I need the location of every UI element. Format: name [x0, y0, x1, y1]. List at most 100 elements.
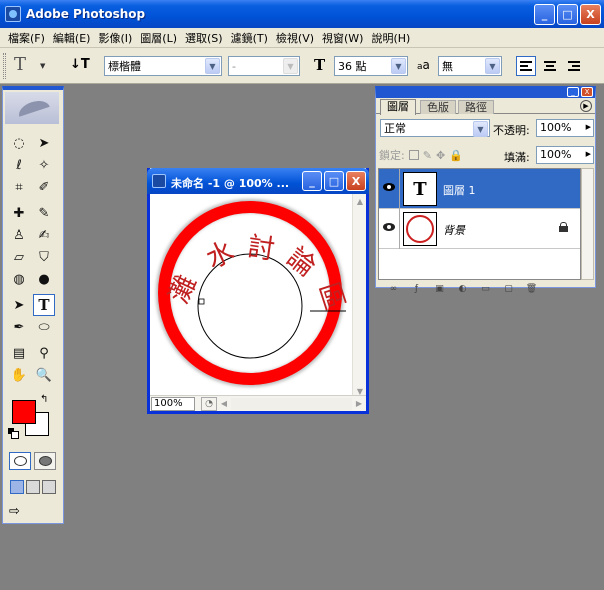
panel-minimize-button[interactable]: _: [567, 87, 579, 97]
horizontal-scrollbar[interactable]: [231, 397, 352, 410]
panel-menu-icon[interactable]: ▶: [580, 100, 592, 112]
scroll-up-icon[interactable]: ▲: [353, 194, 367, 208]
chevron-down-icon: ▼: [473, 121, 488, 137]
new-group-icon[interactable]: ▭: [478, 283, 493, 295]
full-screen-menu-mode-button[interactable]: [26, 480, 40, 494]
crop-tool-icon[interactable]: ⌗: [8, 176, 30, 198]
fill-field[interactable]: 100% ▶: [536, 146, 594, 164]
tab-channels[interactable]: 色版: [420, 100, 456, 114]
document-title-bar[interactable]: 未命名 -1 @ 100% ... _ □ X: [147, 168, 369, 194]
layer-row[interactable]: T 圖層 1: [379, 169, 580, 209]
tab-layers[interactable]: 圖層: [380, 99, 416, 115]
options-bar-grip[interactable]: [3, 53, 6, 79]
app-title: Adobe Photoshop: [26, 7, 146, 21]
move-tool-icon[interactable]: ➤: [33, 132, 55, 154]
brush-tool-icon[interactable]: ✎: [33, 202, 55, 224]
fill-label: 填滿:: [504, 151, 530, 164]
menu-file[interactable]: 檔案(F): [4, 30, 49, 46]
font-family-select[interactable]: 標楷體 ▼: [104, 56, 222, 76]
menu-window[interactable]: 視窗(W): [318, 30, 367, 46]
close-button[interactable]: X: [580, 4, 601, 25]
tool-preset-picker[interactable]: T ▼: [14, 54, 50, 78]
adjustment-layer-icon[interactable]: ◐: [455, 283, 470, 295]
foreground-color-swatch[interactable]: [12, 400, 36, 424]
blend-mode-select[interactable]: 正常 ▼: [380, 119, 490, 137]
menu-filter[interactable]: 濾鏡(T): [227, 30, 272, 46]
anti-alias-icon: aa: [417, 58, 430, 72]
text-orientation-icon[interactable]: ↓T: [70, 57, 90, 72]
chevron-down-icon: ▼: [283, 58, 298, 74]
doc-close-button[interactable]: X: [346, 171, 366, 191]
anti-alias-select[interactable]: 無 ▼: [438, 56, 502, 76]
history-brush-tool-icon[interactable]: ✍: [33, 224, 55, 246]
blur-tool-icon[interactable]: ◍: [8, 268, 30, 290]
ellipse-tool-icon[interactable]: ⬭: [33, 316, 55, 338]
menu-help[interactable]: 說明(H): [367, 30, 414, 46]
eye-icon[interactable]: [383, 183, 395, 191]
chevron-down-icon: ▼: [40, 62, 46, 70]
paint-bucket-tool-icon[interactable]: ⛉: [33, 246, 55, 268]
align-right-button[interactable]: [564, 56, 584, 76]
swap-colors-icon[interactable]: ↰: [40, 394, 48, 405]
layer-style-icon[interactable]: ƒ: [409, 283, 424, 295]
doc-minimize-button[interactable]: _: [302, 171, 322, 191]
layer-mask-icon[interactable]: ▣: [432, 283, 447, 295]
menu-select[interactable]: 選取(S): [181, 30, 227, 46]
pen-tool-icon[interactable]: ✒: [8, 316, 30, 338]
document-canvas[interactable]: 灘 水 討 論 區: [150, 194, 352, 396]
hand-tool-icon[interactable]: ✋: [8, 364, 30, 386]
tab-paths[interactable]: 路徑: [458, 100, 494, 114]
lock-all-icon[interactable]: 🔒: [449, 149, 463, 162]
minimize-button[interactable]: _: [534, 4, 555, 25]
marquee-tool-icon[interactable]: ◌: [8, 132, 30, 154]
scroll-left-icon[interactable]: ◀: [217, 399, 231, 408]
panel-close-button[interactable]: X: [581, 87, 593, 97]
eraser-tool-icon[interactable]: ▱: [8, 246, 30, 268]
healing-brush-tool-icon[interactable]: ✚: [8, 202, 30, 224]
new-layer-icon[interactable]: ▢: [501, 283, 516, 295]
path-selection-tool-icon[interactable]: ➤: [8, 294, 30, 316]
doc-maximize-button[interactable]: □: [324, 171, 344, 191]
status-menu-icon[interactable]: ◔: [201, 396, 217, 411]
lock-transparency-icon[interactable]: [408, 150, 419, 160]
link-layers-icon[interactable]: ∞: [386, 283, 401, 295]
lasso-tool-icon[interactable]: ℓ: [8, 154, 30, 176]
dodge-tool-icon[interactable]: ●: [33, 268, 55, 290]
zoom-tool-icon[interactable]: 🔍: [33, 364, 55, 386]
clone-stamp-tool-icon[interactable]: ♙: [8, 224, 30, 246]
standard-screen-mode-button[interactable]: [10, 480, 24, 494]
align-center-button[interactable]: [540, 56, 560, 76]
align-left-button[interactable]: [516, 56, 536, 76]
vertical-scrollbar[interactable]: ▲ ▼: [352, 194, 366, 398]
menu-layer[interactable]: 圖層(L): [136, 30, 181, 46]
maximize-button[interactable]: □: [557, 4, 578, 25]
font-size-select[interactable]: 36 點 ▼: [334, 56, 408, 76]
app-title-bar: Adobe Photoshop _ □ X: [0, 0, 604, 28]
opacity-field[interactable]: 100% ▶: [536, 119, 594, 137]
type-tool-icon[interactable]: T: [33, 294, 55, 316]
menu-image[interactable]: 影像(I): [94, 30, 136, 46]
standard-mode-button[interactable]: [9, 452, 31, 470]
zoom-level-field[interactable]: 100%: [151, 396, 195, 411]
scroll-right-icon[interactable]: ▶: [352, 399, 366, 408]
menu-edit[interactable]: 編輯(E): [49, 30, 95, 46]
lock-position-icon[interactable]: ✥: [436, 149, 445, 162]
trash-icon[interactable]: 🗑: [524, 283, 539, 295]
layer-row[interactable]: 背景: [379, 209, 580, 249]
lock-image-icon[interactable]: ✎: [423, 149, 432, 162]
eye-icon[interactable]: [383, 223, 395, 231]
default-colors-icon[interactable]: [8, 428, 19, 439]
magic-wand-tool-icon[interactable]: ✧: [33, 154, 55, 176]
feather-logo-icon[interactable]: [5, 92, 59, 124]
eyedropper-tool-icon[interactable]: ⚲: [33, 342, 55, 364]
quick-mask-mode-button[interactable]: [34, 452, 56, 470]
link-cell[interactable]: [399, 209, 401, 249]
font-style-select[interactable]: - ▼: [228, 56, 300, 76]
link-cell[interactable]: [399, 169, 401, 209]
slice-tool-icon[interactable]: ✐: [33, 176, 55, 198]
full-screen-mode-button[interactable]: [42, 480, 56, 494]
menu-view[interactable]: 檢視(V): [272, 30, 318, 46]
jump-to-imageready-button[interactable]: ⇨: [9, 504, 55, 524]
layers-scrollbar[interactable]: [581, 168, 594, 280]
notes-tool-icon[interactable]: ▤: [8, 342, 30, 364]
